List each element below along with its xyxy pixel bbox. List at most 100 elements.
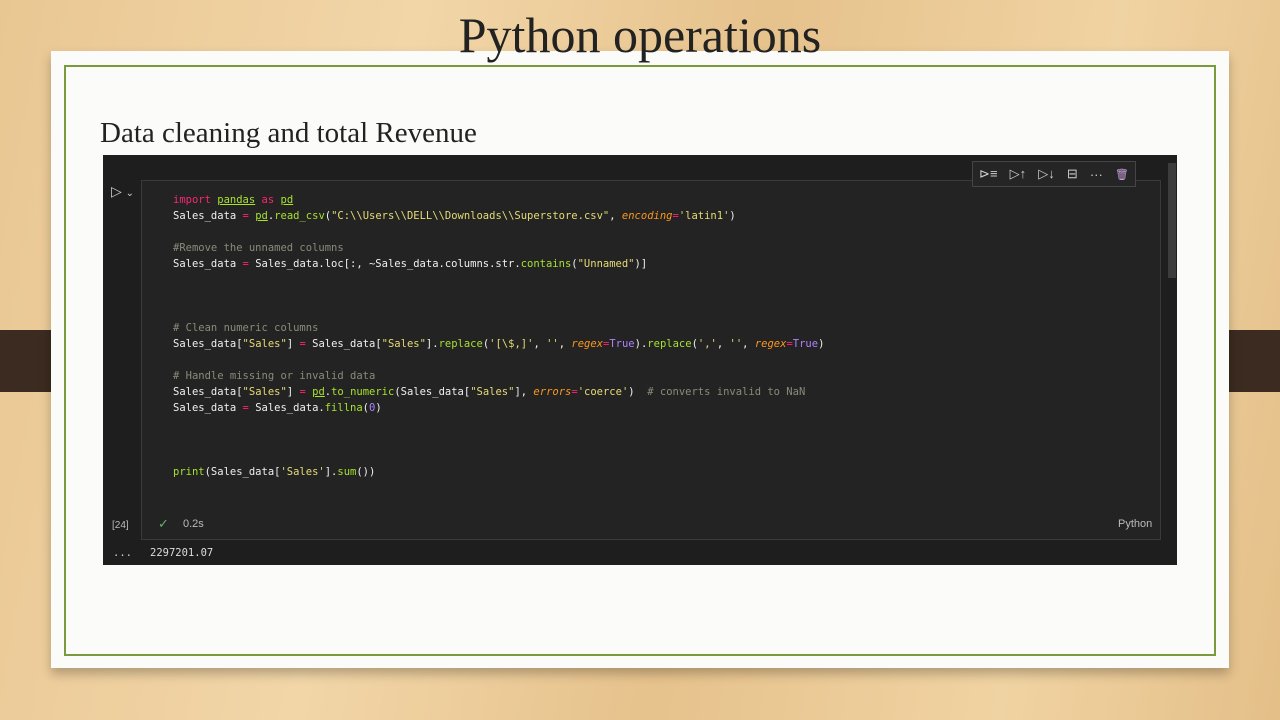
code-token: pandas [217,194,256,206]
code-line: print(Sales_data['Sales'].sum()) [173,464,824,480]
code-token: Sales_data[ [305,338,382,350]
code-token: (Sales_data[ [204,466,281,478]
code-token: , [533,338,547,350]
code-token: ) [729,210,736,222]
code-token: 'coerce' [577,386,629,398]
code-token: "Sales" [470,386,515,398]
output-more-button[interactable]: ... [113,547,132,559]
code-token: "C:\\Users\\DELL\\Downloads\\Superstore.… [331,210,610,222]
code-token: '[\$,]' [489,338,534,350]
code-token: "Sales" [381,338,426,350]
code-token: Sales_data [173,402,243,414]
code-token: pd [312,386,325,398]
check-icon: ✓ [158,516,169,531]
code-token: Sales_data [173,210,243,222]
code-token: ) [628,386,648,398]
code-token: 'latin1' [678,210,730,222]
code-token: fillna [324,402,363,414]
run-below-icon[interactable]: ▷↓ [1038,166,1055,182]
code-token: # Handle missing or invalid data [173,370,376,382]
code-token: ], [514,386,534,398]
code-token: errors [533,386,572,398]
code-token: Sales_data[ [173,338,243,350]
code-line: # Handle missing or invalid data [173,368,824,384]
code-token: (Sales_data[ [394,386,471,398]
more-icon[interactable]: ··· [1090,167,1103,182]
code-token: as [255,194,281,206]
split-cell-icon[interactable]: ⊟ [1067,166,1078,182]
code-token: pd [280,194,294,206]
code-token: print [173,466,205,478]
code-line: Sales_data["Sales"] = pd.to_numeric(Sale… [173,384,824,400]
delete-icon[interactable]: 🗑 [1115,168,1129,181]
code-token: True [609,338,635,350]
code-token: )] [634,258,648,270]
code-token: '' [729,338,743,350]
code-token: Sales_data.loc[:, ~Sales_data.columns.st… [248,258,521,270]
code-token: '' [546,338,559,350]
code-token: encoding [621,210,673,222]
code-line: # Clean numeric columns [173,320,824,336]
code-line: Sales_data = pd.read_csv("C:\\Users\\DEL… [173,208,824,224]
code-token: ()) [356,466,376,478]
code-token: import [173,194,211,206]
code-token: , [716,338,730,350]
code-token: ] [286,338,300,350]
code-token: sum [337,466,357,478]
code-token: , [558,338,572,350]
code-token: replace [438,338,483,350]
code-token: regex [754,338,787,350]
code-line: import pandas as pd [173,192,824,208]
code-token: # Clean numeric columns [173,322,319,334]
notebook-screenshot: ▷ ⌄ import pandas as pd Sales_data = pd.r… [103,155,1177,565]
execution-duration: 0.2s [183,518,204,530]
execute-above-icon[interactable]: ⊳≡ [979,166,997,182]
code-token: Sales_data. [248,402,325,414]
code-content: import pandas as pd Sales_data = pd.read_… [173,192,824,480]
code-token: , [742,338,755,350]
slide-subtitle: Data cleaning and total Revenue [100,117,477,149]
code-token: read_csv [274,210,325,222]
chevron-down-icon[interactable]: ⌄ [126,188,134,199]
code-token: Sales_data[ [173,386,243,398]
code-token: pd [255,210,268,222]
code-line: Sales_data = Sales_data.fillna(0) [173,400,824,416]
code-token: ) [818,338,825,350]
code-token: ',' [697,338,717,350]
code-token: "Sales" [242,338,287,350]
code-token: ]. [324,466,338,478]
code-token: "Sales" [242,386,287,398]
slide-title: Python operations [458,7,822,63]
code-line: Sales_data["Sales"] = Sales_data["Sales"… [173,336,824,352]
code-token: ) [375,402,382,414]
code-token: contains [520,258,572,270]
code-token: to_numeric [331,386,395,398]
code-token: # converts invalid to NaN [647,386,806,398]
cell-output: 2297201.07 [150,547,214,559]
code-token: 'Sales' [280,466,325,478]
run-cell-button[interactable]: ▷ ⌄ [111,183,134,200]
code-token: ). [634,338,648,350]
code-line: Sales_data = Sales_data.loc[:, ~Sales_da… [173,256,824,272]
execution-count: [24] [112,520,129,531]
code-token: True [792,338,819,350]
code-token: , [609,210,622,222]
code-token: ]. [425,338,439,350]
code-token: replace [647,338,692,350]
code-token: regex [571,338,604,350]
code-token: Sales_data [173,258,243,270]
scrollbar[interactable] [1168,163,1176,278]
cell-toolbar: ⊳≡ ▷↑ ▷↓ ⊟ ··· 🗑 [972,161,1136,187]
code-token: "Unnamed" [577,258,635,270]
code-line: #Remove the unnamed columns [173,240,824,256]
run-above-icon[interactable]: ▷↑ [1010,166,1027,182]
language-label[interactable]: Python [1118,518,1152,530]
